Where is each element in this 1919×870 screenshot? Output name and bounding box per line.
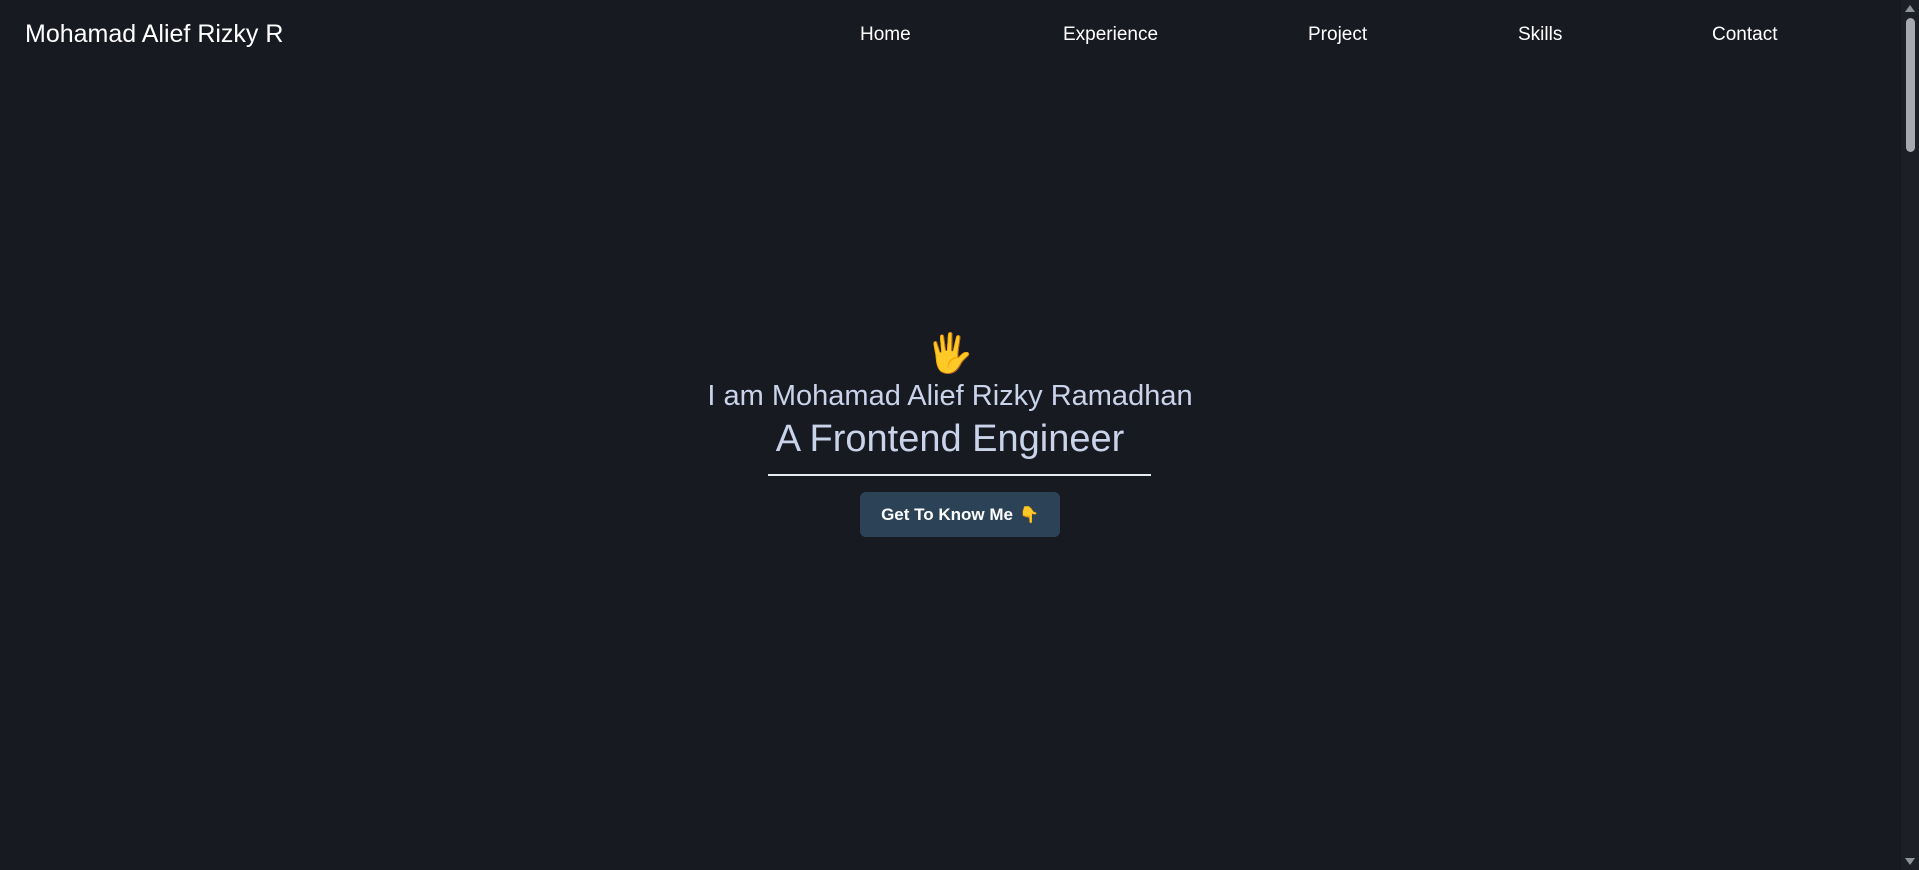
- hero-intro: I am Mohamad Alief Rizky Ramadhan: [707, 380, 1193, 412]
- scrollbar-thumb[interactable]: [1906, 18, 1915, 152]
- nav-home-link[interactable]: Home: [860, 24, 911, 46]
- wave-hand-icon: 🖐️: [926, 333, 974, 375]
- nav-skills-link[interactable]: Skills: [1518, 24, 1562, 46]
- cta-label: Get To Know Me: [881, 504, 1013, 524]
- scroll-up-arrow-icon[interactable]: [1905, 5, 1915, 12]
- nav-contact-link[interactable]: Contact: [1712, 24, 1777, 46]
- pointing-down-icon: 👇: [1018, 506, 1039, 524]
- nav-project-link[interactable]: Project: [1308, 24, 1367, 46]
- hero-divider: [768, 474, 1151, 476]
- page: Mohamad Alief Rizky R Home Experience Pr…: [0, 0, 1919, 870]
- nav-experience-link[interactable]: Experience: [1063, 24, 1158, 46]
- get-to-know-me-button[interactable]: Get To Know Me 👇: [860, 492, 1060, 537]
- brand-name[interactable]: Mohamad Alief Rizky R: [25, 20, 283, 49]
- scroll-down-arrow-icon[interactable]: [1905, 858, 1915, 865]
- hero-role: A Frontend Engineer: [775, 418, 1125, 460]
- vertical-scrollbar[interactable]: [1901, 0, 1919, 870]
